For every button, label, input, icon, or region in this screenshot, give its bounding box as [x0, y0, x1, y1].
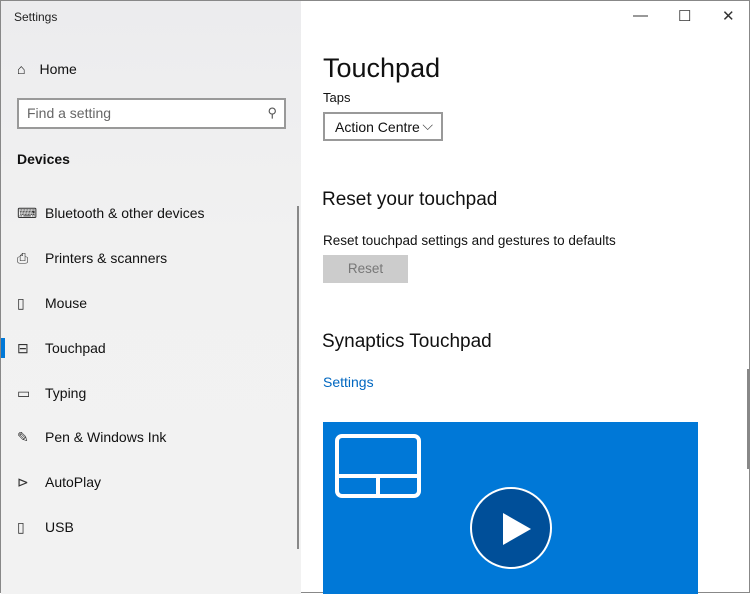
section-heading: Devices [17, 151, 70, 167]
taps-value: Action Centre [335, 119, 420, 135]
search-input[interactable]: Find a setting ⚲ [17, 98, 286, 129]
printer-icon: ⎙ [17, 249, 29, 266]
touchpad-icon: ⊟ [17, 339, 29, 356]
touchpad-video[interactable] [323, 422, 698, 594]
sidebar-item-label: Mouse [45, 295, 88, 311]
page-title: Touchpad [323, 53, 441, 83]
sidebar-item-label: Touchpad [45, 340, 106, 356]
pen-icon: ✎ [17, 428, 29, 445]
sidebar-item-printers[interactable]: ⎙ Printers & scanners [1, 238, 291, 278]
sidebar-item-mouse[interactable]: ▯ Mouse [1, 283, 291, 323]
search-icon: ⚲ [267, 105, 277, 120]
bluetooth-devices-icon: ⌨ [17, 204, 38, 221]
home-icon: ⌂ [17, 61, 26, 77]
sidebar-item-label: Bluetooth & other devices [45, 205, 205, 221]
autoplay-icon: ⊳ [17, 473, 29, 490]
usb-icon: ▯ [17, 518, 25, 535]
sidebar-item-usb[interactable]: ▯ USB [1, 507, 291, 547]
touchpad-icon [335, 434, 421, 498]
synaptics-settings-link[interactable]: Settings [323, 374, 374, 390]
mouse-icon: ▯ [17, 294, 25, 311]
maximize-button[interactable]: ☐ [678, 7, 691, 25]
main-scrollbar[interactable] [747, 369, 749, 469]
sidebar-item-label: Printers & scanners [45, 250, 168, 266]
taps-dropdown[interactable]: Action Centre ⌵ [323, 112, 443, 141]
taps-label: Taps [323, 90, 351, 105]
search-placeholder: Find a setting [27, 105, 112, 121]
sidebar-item-bluetooth[interactable]: ⌨ Bluetooth & other devices [1, 193, 291, 233]
sidebar-scrollbar[interactable] [297, 206, 299, 549]
sidebar-item-label: Typing [45, 385, 87, 401]
reset-heading: Reset your touchpad [322, 189, 498, 210]
main-content: — ☐ ✕ Touchpad Taps Action Centre ⌵ Reset… [301, 1, 750, 594]
sidebar-item-touchpad[interactable]: ⊟ Touchpad [1, 328, 291, 368]
window-title: Settings [14, 10, 58, 24]
synaptics-heading: Synaptics Touchpad [322, 331, 492, 352]
home-label: Home [39, 61, 77, 77]
chevron-down-icon: ⌵ [422, 117, 433, 133]
play-icon[interactable] [470, 487, 552, 569]
minimize-button[interactable]: — [633, 7, 648, 24]
sidebar-item-label: Pen & Windows Ink [45, 429, 167, 445]
sidebar-item-label: AutoPlay [45, 474, 102, 490]
reset-description: Reset touchpad settings and gestures to … [323, 233, 616, 248]
sidebar: Settings ⌂ Home Find a setting ⚲ Devices ⌨… [1, 1, 301, 594]
reset-button[interactable]: Reset [323, 255, 408, 283]
sidebar-item-pen[interactable]: ✎ Pen & Windows Ink [1, 417, 291, 457]
sidebar-item-label: USB [45, 519, 74, 535]
sidebar-item-autoplay[interactable]: ⊳ AutoPlay [1, 462, 291, 502]
keyboard-icon: ▭ [17, 384, 31, 401]
sidebar-item-typing[interactable]: ▭ Typing [1, 373, 291, 413]
close-button[interactable]: ✕ [722, 7, 735, 25]
home-link[interactable]: ⌂ Home [17, 61, 77, 77]
